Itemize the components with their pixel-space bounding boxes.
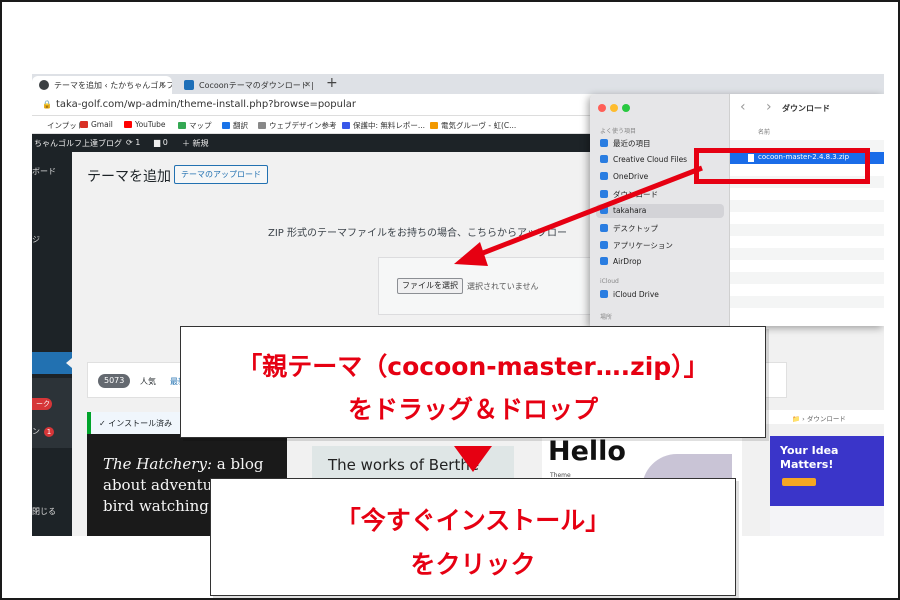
callout-line: をクリック	[410, 550, 536, 579]
callout-line: 「今すぐインストール」	[335, 506, 611, 535]
drag-drop-callout: 「親テーマ（cocoon-master….zip）」 をドラッグ＆ドロップ	[180, 326, 766, 438]
down-arrow-icon	[454, 446, 492, 472]
callout-line: 「親テーマ（cocoon-master….zip）」	[237, 352, 709, 381]
tutorial-frame: テーマを追加 ‹ たかちゃんゴルフ上 ✕ Cocoonテーマのダウンロード | …	[0, 0, 900, 600]
callout-line: をドラッグ＆ドロップ	[347, 395, 598, 424]
install-now-callout: 「今すぐインストール」 をクリック	[210, 478, 736, 596]
